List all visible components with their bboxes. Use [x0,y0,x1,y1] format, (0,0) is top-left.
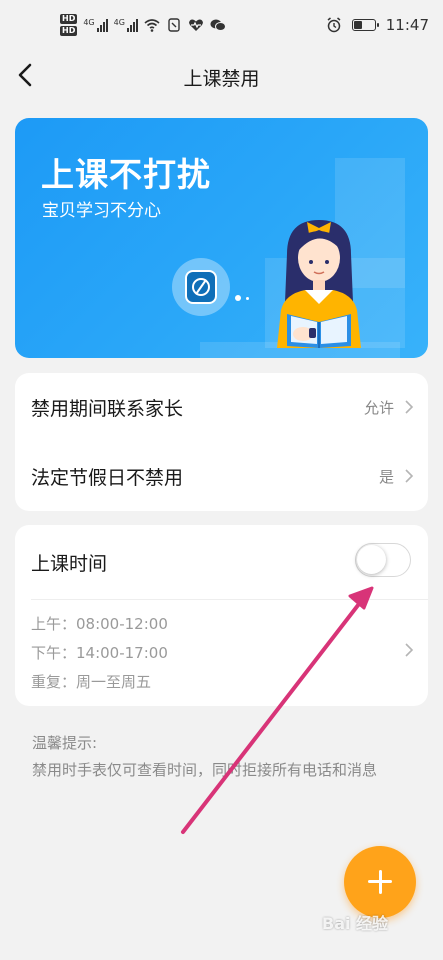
schedule-afternoon: 下午：14:00-17:00 [31,644,168,662]
status-right: 11:47 [326,16,429,34]
class-time-card: 上课时间 上午：08:00-12:00 下午：14:00-17:00 重复：周一… [15,525,428,706]
status-time: 11:47 [385,16,429,34]
settings-card: 禁用期间联系家长 允许 法定节假日不禁用 是 [15,373,428,511]
smartwatch-icon [185,270,217,304]
plus-icon-vertical [378,870,382,894]
heart-rate-icon [189,19,203,31]
sim-icon [168,18,180,32]
schedule-row[interactable]: 上午：08:00-12:00 下午：14:00-17:00 重复：周一至周五 [15,605,428,701]
wechat-icon [210,19,226,31]
signal-2-label: 4G [113,18,125,27]
wifi-icon [144,19,160,32]
setting-row-contact-parents[interactable]: 禁用期间联系家长 允许 [15,373,428,442]
banner-title: 上课不打扰 [41,155,211,194]
alarm-icon [327,17,341,33]
battery-icon [351,19,379,31]
watermark: Bai 经验 [322,914,389,933]
setting-value: 允许 [363,399,394,417]
class-time-title: 上课时间 [31,553,108,575]
page-title: 上课禁用 [183,68,260,90]
chevron-right-icon [405,469,414,483]
setting-label: 法定节假日不禁用 [31,467,184,489]
toggle-knob [357,545,386,574]
chevron-right-icon [405,643,414,657]
nav-bar: 上课禁用 [0,52,443,100]
add-button[interactable] [344,846,416,918]
decoration-dot [235,295,241,301]
hd-badge-bottom: HD [60,26,78,36]
setting-value: 是 [378,468,394,486]
tip-body: 禁用时手表仅可查看时间，同时拒接所有电话和消息 [32,761,378,779]
hd-badges: HD HD [60,14,78,36]
hd-badge-top: HD [60,14,78,24]
schedule-morning: 上午：08:00-12:00 [31,615,168,633]
signal-1-label: 4G [83,18,95,27]
hero-banner: 上课不打扰 宝贝学习不分心 [15,118,428,358]
banner-subtitle: 宝贝学习不分心 [42,201,161,221]
setting-label: 禁用期间联系家长 [31,398,184,420]
chevron-right-icon [405,400,414,414]
divider [31,599,428,600]
schedule-repeat: 重复：周一至周五 [31,673,152,691]
status-left: HD HD 4G 4G [60,14,226,36]
signal-2-icon: 4G [114,18,138,32]
tip-title: 温馨提示: [32,734,98,752]
decoration-dot-small [246,297,249,300]
class-time-toggle[interactable] [355,543,411,577]
signal-1-icon: 4G [83,18,108,32]
status-bar: HD HD 4G 4G 11:47 [0,0,443,52]
setting-row-holidays[interactable]: 法定节假日不禁用 是 [15,442,428,511]
student-illustration [277,220,361,348]
